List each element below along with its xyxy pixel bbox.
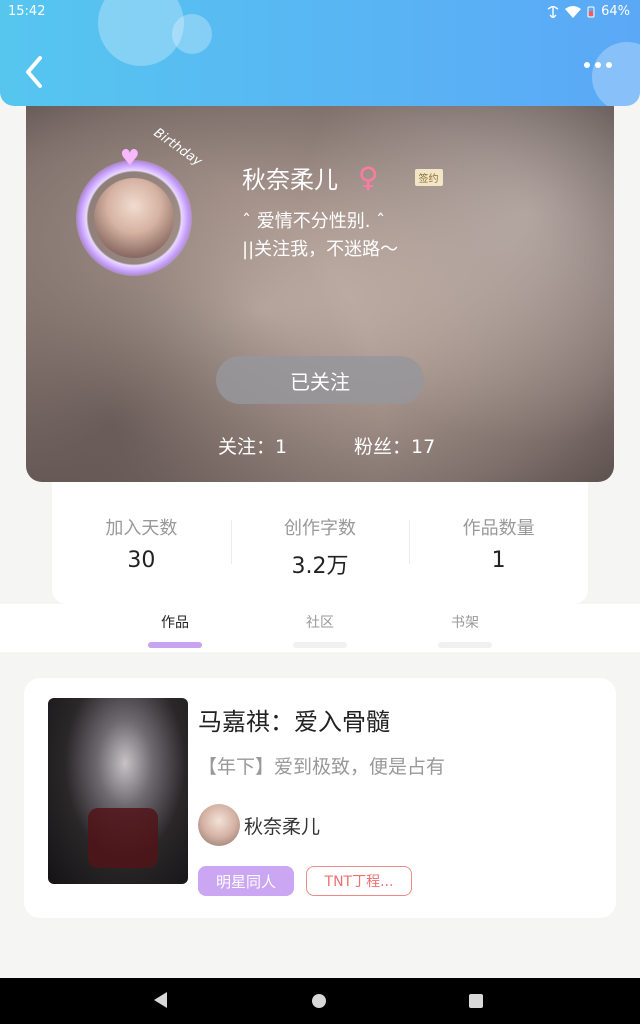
book-author[interactable]: 秋奈柔儿 — [198, 804, 320, 846]
stat-label: 创作字数 — [284, 518, 356, 539]
battery-level: 64% — [601, 4, 630, 19]
stat-join-days: 加入天数 30 — [52, 482, 231, 604]
user-bio: ˆ 爱情不分性别. ˆ ||关注我，不迷路～ — [242, 208, 398, 264]
user-name: 秋奈柔儿 — [242, 166, 338, 194]
nav-back-icon[interactable] — [154, 992, 167, 1008]
stat-label: 加入天数 — [105, 518, 178, 539]
avatar-frame-text: Birthday — [150, 125, 205, 170]
name-row: 秋奈柔儿 ♀ 签约 — [242, 160, 443, 195]
nav-recents-icon[interactable] — [469, 994, 483, 1008]
more-dots-icon — [584, 62, 590, 68]
chevron-left-icon — [26, 56, 42, 88]
signal-icon — [547, 5, 559, 18]
tab-indicator — [148, 642, 202, 648]
tag-category[interactable]: 明星同人 — [198, 866, 294, 896]
status-icons: 64% — [547, 4, 630, 19]
book-description: 【年下】爱到极致，便是占有 — [198, 756, 446, 778]
more-button[interactable] — [584, 62, 612, 68]
book-card[interactable]: 马嘉祺：爱入骨髓 【年下】爱到极致，便是占有 秋奈柔儿 明星同人 TNT丁程..… — [24, 678, 616, 918]
stat-value: 1 — [491, 548, 506, 573]
profile-card: ♥ Birthday 秋奈柔儿 ♀ 签约 ˆ 爱情不分性别. ˆ ||关注我，不… — [26, 100, 614, 482]
heart-icon: ♥ — [120, 146, 140, 171]
status-bar: 15:42 64% — [0, 0, 640, 24]
female-icon: ♀ — [358, 161, 379, 194]
stat-value: 3.2万 — [291, 554, 349, 579]
stat-word-count: 创作字数 3.2万 — [230, 482, 410, 604]
bio-line-2: ||关注我，不迷路～ — [242, 239, 399, 260]
stat-label: 作品数量 — [462, 518, 535, 539]
signed-badge: 签约 — [414, 169, 443, 186]
fans-count[interactable]: 粉丝：17 — [354, 432, 435, 459]
status-time: 15:42 — [8, 4, 46, 19]
book-cover[interactable] — [48, 698, 188, 884]
tab-community[interactable]: 社区 — [290, 612, 350, 648]
following-count[interactable]: 关注：1 — [218, 432, 287, 459]
follow-button[interactable]: 已关注 — [216, 356, 424, 404]
tab-label: 社区 — [306, 615, 334, 631]
author-avatar — [198, 804, 240, 846]
avatar-image — [94, 178, 174, 258]
system-nav-bar — [0, 978, 640, 1024]
stat-works-count: 作品数量 1 — [409, 482, 588, 604]
bio-line-1: ˆ 爱情不分性别. ˆ — [242, 211, 386, 232]
author-name: 秋奈柔儿 — [244, 815, 321, 838]
tab-works[interactable]: 作品 — [145, 612, 205, 648]
avatar[interactable]: ♥ Birthday — [70, 126, 204, 280]
decor-bubble — [592, 42, 640, 106]
battery-icon — [587, 6, 595, 17]
stats-panel: 加入天数 30 创作字数 3.2万 作品数量 1 — [52, 482, 588, 604]
wifi-icon — [565, 5, 582, 18]
nav-home-icon[interactable] — [312, 994, 326, 1008]
tab-label: 书架 — [451, 615, 479, 631]
tab-label: 作品 — [161, 615, 189, 631]
back-button[interactable] — [22, 52, 52, 92]
tag-topic[interactable]: TNT丁程... — [306, 866, 412, 896]
book-tags: 明星同人 TNT丁程... — [198, 866, 412, 896]
tab-bar: 作品 社区 书架 — [0, 604, 640, 652]
stat-value: 30 — [127, 548, 156, 573]
tab-bookshelf[interactable]: 书架 — [435, 612, 495, 648]
book-title[interactable]: 马嘉祺：爱入骨髓 — [198, 702, 390, 737]
tab-indicator — [438, 642, 492, 648]
tab-indicator — [293, 642, 347, 648]
